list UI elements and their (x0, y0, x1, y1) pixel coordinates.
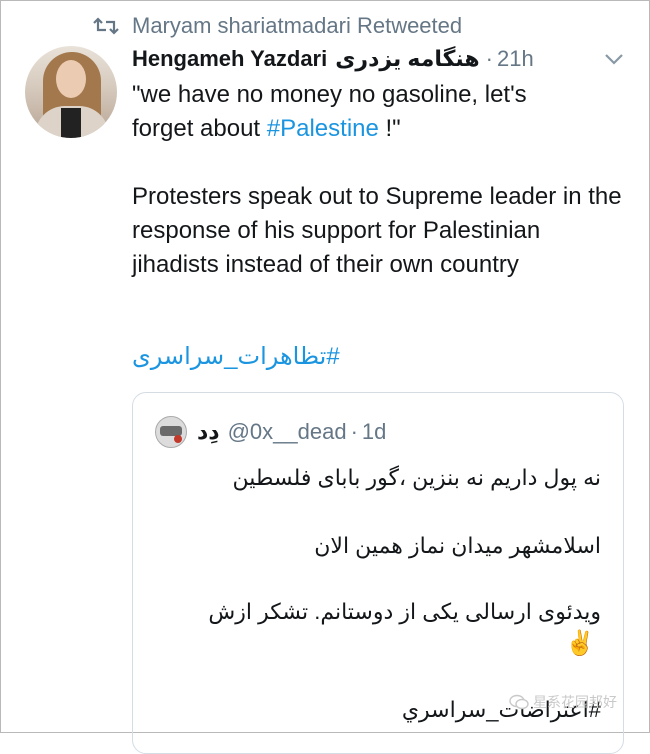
hashtag-palestine-link[interactable]: #Palestine (267, 115, 379, 142)
separator-dot: · (350, 419, 358, 444)
quoted-author-handle[interactable]: @0x__dead (228, 419, 347, 445)
tweet-text: "we have no money no gasoline, let's for… (132, 78, 632, 282)
author-avatar[interactable] (25, 46, 117, 138)
hashtag-nationwide-protests-link[interactable]: #تظاهرات_سراسری (132, 342, 340, 371)
tweet-paragraph: Protesters speak out to Supreme leader i… (132, 183, 622, 278)
quoted-line-1: نه پول داریم نه بنزین ،گور بابای فلسطین (232, 465, 601, 490)
quoted-tweet-header: دِد @0x__dead · 1d (155, 416, 386, 448)
chevron-down-icon[interactable] (603, 50, 625, 68)
tweet-header: Hengameh Yazdari هنگامه یزدری · 21h (132, 42, 534, 76)
watermark: 星系花园邦好 (509, 692, 617, 712)
retweet-indicator: Maryam shariatmadari Retweeted (93, 10, 462, 42)
tweet-line-2-text: forget about (132, 115, 267, 142)
victory-hand-emoji: ✌️ (565, 630, 595, 657)
watermark-text: 星系花园邦好 (533, 694, 617, 710)
author-name[interactable]: Hengameh Yazdari (132, 46, 327, 72)
author-name-fa[interactable]: هنگامه یزدری (335, 46, 479, 72)
tweet-line-2: forget about #Palestine !" (132, 112, 632, 146)
quoted-author-avatar[interactable] (155, 416, 187, 448)
quoted-timestamp[interactable]: 1d (362, 419, 386, 445)
separator-dot: · (485, 46, 493, 71)
wechat-icon (509, 694, 529, 710)
quoted-line-3: ویدئوی ارسالی یکی از دوستانم. تشکر ازش (208, 599, 601, 624)
tweet-line-1: "we have no money no gasoline, let's (132, 81, 527, 108)
quoted-line-2: اسلامشهر میدان نماز همین الان (314, 533, 601, 558)
retweet-icon (93, 17, 119, 35)
quoted-author-name[interactable]: دِد (197, 419, 220, 445)
tweet-line-2-suffix: !" (378, 115, 401, 142)
retweet-text[interactable]: Maryam shariatmadari Retweeted (132, 13, 462, 39)
tweet-timestamp[interactable]: 21h (497, 46, 534, 72)
